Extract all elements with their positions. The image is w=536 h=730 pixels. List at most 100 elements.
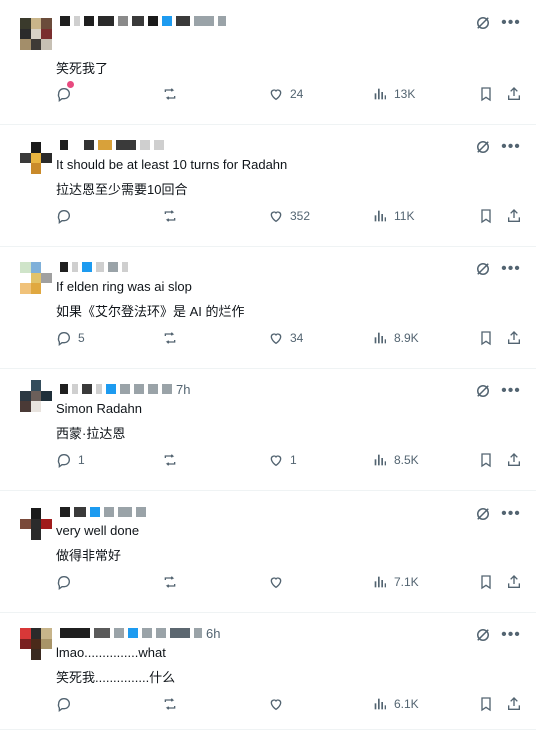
bookmark-icon <box>478 696 494 712</box>
tweet-top-actions: ••• <box>474 505 520 523</box>
tweet-text: It should be at least 10 turns for Radah… <box>56 157 288 172</box>
more-icon[interactable]: ••• <box>501 138 520 156</box>
redacted-username-block <box>98 16 114 26</box>
avatar[interactable] <box>20 262 52 294</box>
views-button[interactable]: 13K <box>372 84 415 104</box>
views-count: 6.1K <box>394 697 419 711</box>
tweet[interactable]: ••• If elden ring was ai slop 如果《艾尔登法环》是 A… <box>0 247 536 369</box>
tweet-feed: ••• 笑死我了 24 13K ••• It should be at least 10 … <box>0 0 536 730</box>
tweet[interactable]: ••• It should be at least 10 turns for Ra… <box>0 125 536 247</box>
more-icon[interactable]: ••• <box>501 382 520 400</box>
retweet-button[interactable] <box>162 450 178 470</box>
tweet[interactable]: 6h ••• lmao...............what 笑死我.........… <box>0 613 536 730</box>
share-button[interactable] <box>506 206 522 226</box>
reply-button[interactable]: 5 <box>56 328 85 348</box>
share-button[interactable] <box>506 84 522 104</box>
views-button[interactable]: 11K <box>372 206 414 226</box>
avatar[interactable] <box>20 628 52 660</box>
grok-icon[interactable] <box>474 260 492 278</box>
share-button[interactable] <box>506 450 522 470</box>
tweet-author-header[interactable] <box>60 503 150 521</box>
like-button[interactable]: 352 <box>268 206 310 226</box>
redacted-username-block <box>60 262 68 272</box>
bookmark-button[interactable] <box>478 450 494 470</box>
share-icon <box>506 452 522 468</box>
more-icon[interactable]: ••• <box>501 626 520 644</box>
redacted-username-block <box>118 16 128 26</box>
more-icon[interactable]: ••• <box>501 505 520 523</box>
redacted-username-block <box>96 262 104 272</box>
bookmark-button[interactable] <box>478 328 494 348</box>
tweet-author-header[interactable] <box>60 258 132 276</box>
redacted-username-block <box>154 140 164 150</box>
tweet-action-bar: 352 11K <box>56 206 526 226</box>
share-button[interactable] <box>506 328 522 348</box>
tweet-text: very well done <box>56 523 140 538</box>
redacted-username-block <box>108 262 118 272</box>
grok-icon[interactable] <box>474 382 492 400</box>
like-button[interactable]: 34 <box>268 328 303 348</box>
views-button[interactable]: 8.5K <box>372 450 419 470</box>
bookmark-button[interactable] <box>478 572 494 592</box>
like-button[interactable]: 24 <box>268 84 303 104</box>
views-button[interactable]: 8.9K <box>372 328 419 348</box>
more-icon[interactable]: ••• <box>501 14 520 32</box>
tweet-timestamp[interactable]: 6h <box>206 626 220 641</box>
views-count: 13K <box>394 87 416 101</box>
like-button[interactable]: 1 <box>268 450 297 470</box>
tweet[interactable]: ••• 笑死我了 24 13K <box>0 0 536 125</box>
retweet-button[interactable] <box>162 206 178 226</box>
bookmark-button[interactable] <box>478 206 494 226</box>
reply-count: 1 <box>78 453 85 467</box>
redacted-username-block <box>72 384 78 394</box>
grok-icon[interactable] <box>474 505 492 523</box>
redacted-username-block <box>156 628 166 638</box>
tweet[interactable]: 7h ••• Simon Radahn 西蒙·拉达恩 1 1 8.5K <box>0 369 536 491</box>
tweet-timestamp[interactable]: 7h <box>176 382 190 397</box>
more-icon[interactable]: ••• <box>501 260 520 278</box>
redacted-username-block <box>148 16 158 26</box>
redacted-username-block <box>74 16 80 26</box>
tweet-author-header[interactable]: 7h <box>60 380 190 398</box>
redacted-username-block <box>82 262 92 272</box>
reply-button[interactable] <box>56 206 78 226</box>
tweet-action-bar: 7.1K <box>56 572 526 592</box>
redacted-username-block <box>116 140 136 150</box>
retweet-button[interactable] <box>162 328 178 348</box>
retweet-button[interactable] <box>162 572 178 592</box>
reply-button[interactable] <box>56 572 78 592</box>
redacted-username-block <box>118 507 132 517</box>
tweet-text: If elden ring was ai slop <box>56 279 192 294</box>
redacted-username-block <box>84 16 94 26</box>
redacted-username-block <box>60 140 68 150</box>
avatar[interactable] <box>20 508 52 540</box>
avatar[interactable] <box>20 380 52 412</box>
like-button[interactable] <box>268 572 290 592</box>
share-button[interactable] <box>506 572 522 592</box>
reply-button[interactable] <box>56 84 78 104</box>
views-button[interactable]: 7.1K <box>372 572 419 592</box>
tweet-top-actions: ••• <box>474 626 520 644</box>
grok-icon[interactable] <box>474 626 492 644</box>
tweet-author-header[interactable]: 6h <box>60 624 220 642</box>
avatar[interactable] <box>20 142 52 174</box>
tweet-author-header[interactable] <box>60 136 168 154</box>
grok-icon[interactable] <box>474 138 492 156</box>
tweet-author-header[interactable] <box>60 12 230 30</box>
redacted-username-block <box>94 628 110 638</box>
redacted-username-block <box>60 507 70 517</box>
avatar[interactable] <box>20 18 52 50</box>
reply-count: 5 <box>78 331 85 345</box>
bookmark-button[interactable] <box>478 84 494 104</box>
views-button[interactable]: 6.1K <box>372 694 419 714</box>
reply-button[interactable] <box>56 694 78 714</box>
grok-icon[interactable] <box>474 14 492 32</box>
retweet-button[interactable] <box>162 694 178 714</box>
share-button[interactable] <box>506 694 522 714</box>
tweet[interactable]: ••• very well done 做得非常好 7.1K <box>0 491 536 613</box>
views-count: 7.1K <box>394 575 419 589</box>
retweet-button[interactable] <box>162 84 178 104</box>
bookmark-button[interactable] <box>478 694 494 714</box>
like-button[interactable] <box>268 694 290 714</box>
reply-button[interactable]: 1 <box>56 450 85 470</box>
